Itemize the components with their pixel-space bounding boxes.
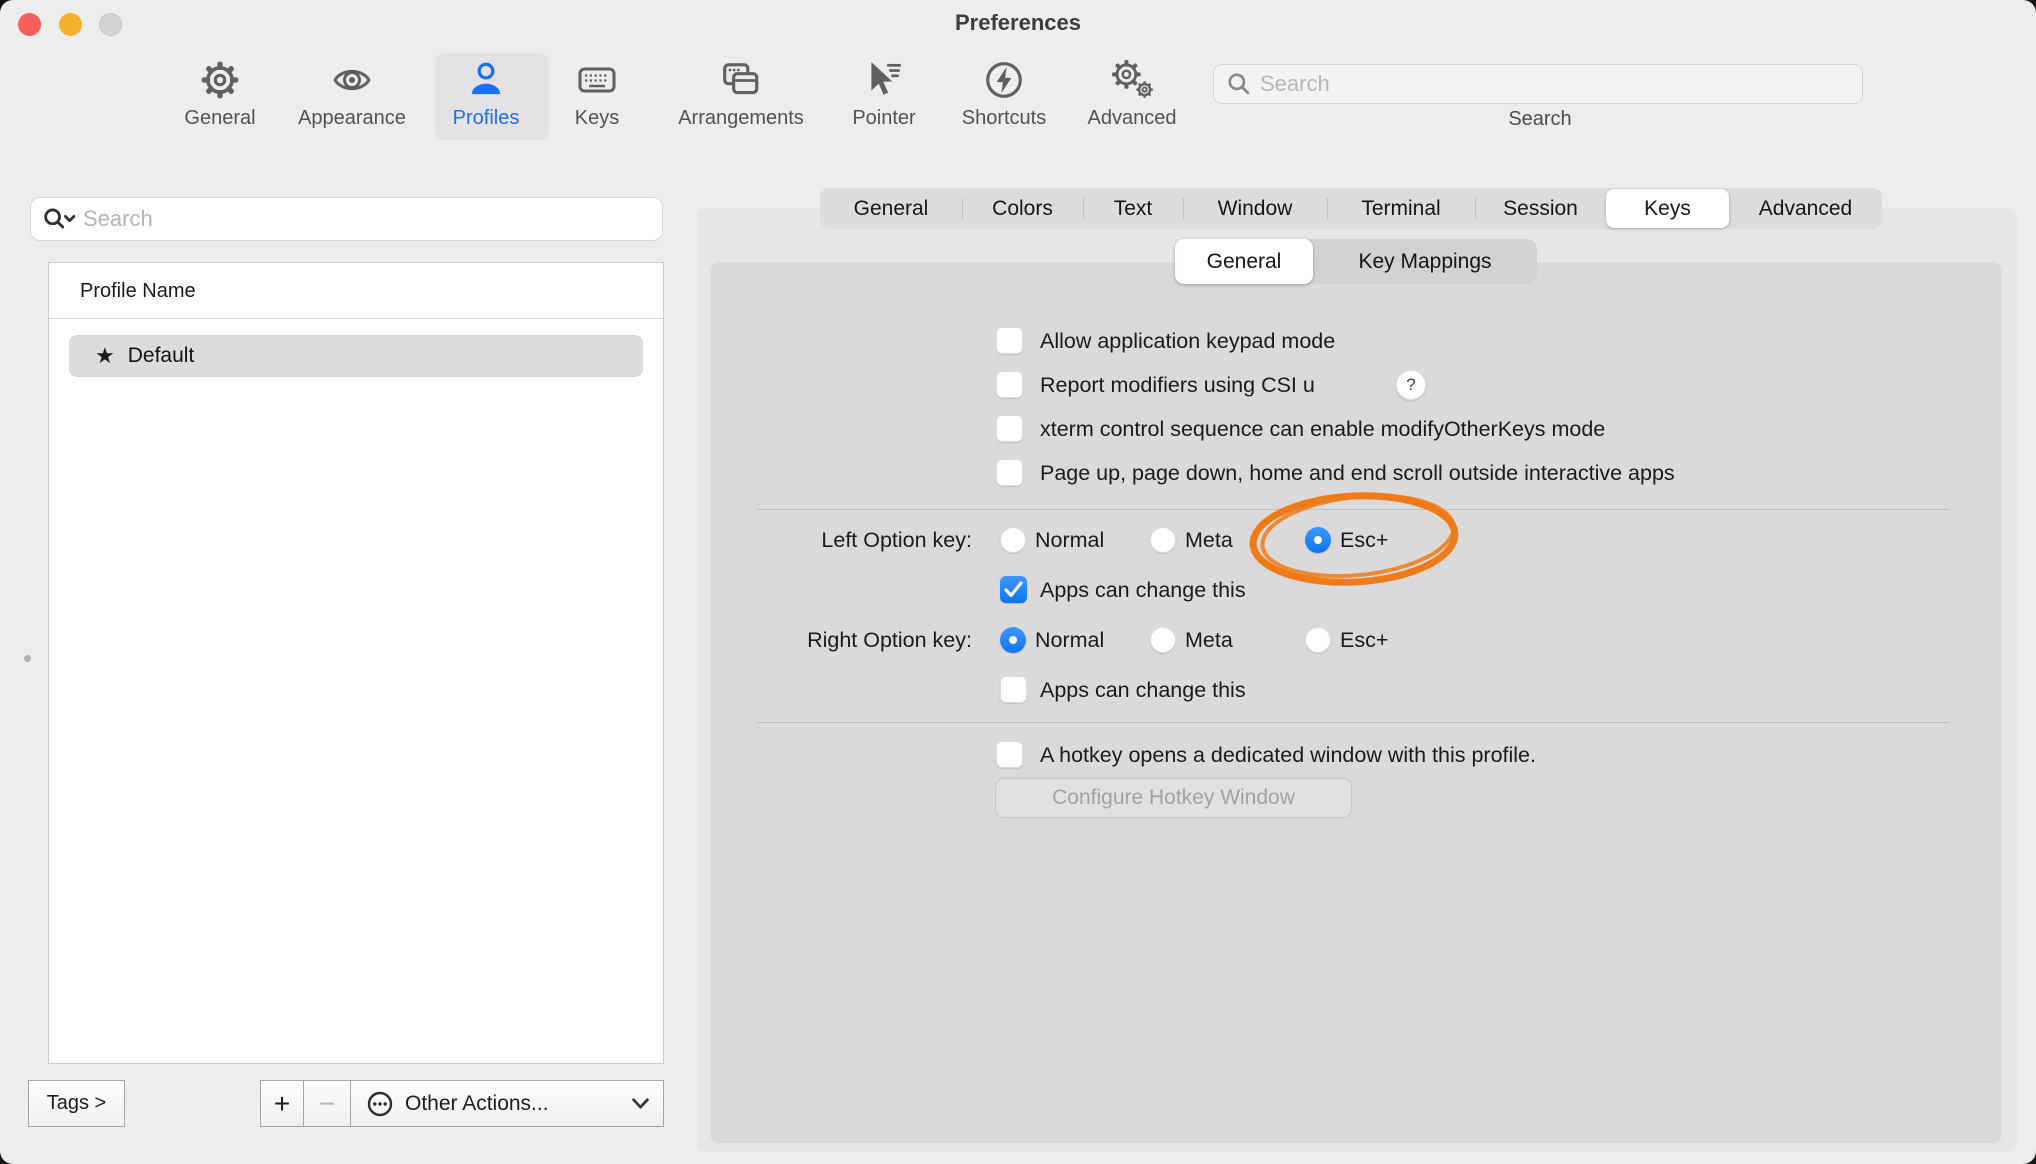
tab-text[interactable]: Text	[1083, 188, 1183, 229]
gears-icon	[1109, 54, 1155, 106]
left-option-key-label: Left Option key:	[650, 527, 972, 553]
radio-label: Esc+	[1340, 627, 1388, 653]
tab-session[interactable]: Session	[1475, 188, 1606, 229]
checkbox-page-scroll[interactable]	[996, 459, 1023, 486]
profile-list: Profile Name ★ Default	[48, 262, 664, 1064]
tab-advanced[interactable]: Advanced	[1729, 188, 1882, 229]
tab-window[interactable]: Window	[1183, 188, 1327, 229]
toolbar-label: Pointer	[852, 106, 915, 130]
checkbox-keypad-mode[interactable]	[996, 327, 1023, 354]
tab-colors[interactable]: Colors	[962, 188, 1083, 229]
checkbox-left-apps-change[interactable]	[1000, 576, 1027, 603]
checkbox-hotkey-window[interactable]	[996, 741, 1023, 768]
separator	[757, 722, 1950, 723]
checkbox-label: Page up, page down, home and end scroll …	[1040, 460, 1675, 486]
radio-right-meta[interactable]	[1150, 627, 1176, 653]
checkbox-label: Apps can change this	[1040, 677, 1246, 703]
check-icon	[1000, 576, 1027, 603]
search-icon	[1227, 72, 1251, 96]
profile-name: Default	[128, 344, 195, 368]
search-options-icon	[43, 207, 75, 231]
toolbar-label: Profiles	[453, 106, 520, 130]
radio-label: Esc+	[1340, 527, 1388, 553]
toolbar-label: Shortcuts	[962, 106, 1046, 130]
checkbox-right-apps-change[interactable]	[1000, 676, 1027, 703]
radio-label: Normal	[1035, 627, 1104, 653]
profile-row-default[interactable]: ★ Default	[69, 335, 643, 377]
keys-subtab-bar: General Key Mappings	[1175, 239, 1537, 284]
tab-divider	[1183, 198, 1184, 219]
other-actions-dropdown[interactable]: Other Actions...	[350, 1080, 664, 1127]
separator	[757, 509, 1950, 510]
profile-tab-bar: General Colors Text Window Terminal Sess…	[820, 188, 1882, 229]
right-option-key-label: Right Option key:	[650, 627, 972, 653]
profile-list-header: Profile Name	[49, 263, 663, 319]
search-placeholder: Search	[1260, 71, 1330, 97]
lightning-icon	[983, 54, 1025, 106]
checkbox-label: A hotkey opens a dedicated window with t…	[1040, 742, 1536, 768]
tags-button[interactable]: Tags >	[28, 1080, 125, 1127]
tab-divider	[1327, 198, 1328, 219]
subtab-general[interactable]: General	[1175, 239, 1313, 284]
checkbox-label: Allow application keypad mode	[1040, 328, 1335, 354]
other-actions-label: Other Actions...	[405, 1092, 632, 1116]
ellipsis-circle-icon	[365, 1089, 395, 1119]
radio-label: Meta	[1185, 527, 1233, 553]
checkbox-label: Apps can change this	[1040, 577, 1246, 603]
checkbox-label: Report modifiers using CSI u	[1040, 372, 1315, 398]
toolbar-label: Keys	[575, 106, 619, 130]
gear-icon	[199, 54, 241, 106]
chevron-down-icon	[632, 1098, 649, 1110]
checkbox-csi-u[interactable]	[996, 371, 1023, 398]
radio-left-meta[interactable]	[1150, 527, 1176, 553]
tab-divider	[1475, 198, 1476, 219]
person-icon	[465, 54, 507, 106]
search-placeholder: Search	[83, 206, 153, 232]
tab-divider	[962, 198, 963, 219]
windows-icon	[719, 54, 763, 106]
toolbar-item-pointer[interactable]: Pointer	[824, 54, 944, 138]
toolbar-item-keys[interactable]: Keys	[552, 54, 642, 138]
pointer-icon	[863, 54, 905, 106]
toolbar-item-profiles[interactable]: Profiles	[430, 54, 542, 138]
toolbar-search-input[interactable]: Search	[1213, 64, 1863, 104]
toolbar-item-arrangements[interactable]: Arrangements	[666, 54, 816, 138]
profile-search-input[interactable]: Search	[30, 197, 663, 241]
subtab-key-mappings[interactable]: Key Mappings	[1313, 239, 1537, 284]
tab-divider	[1083, 198, 1084, 219]
divider-dot	[24, 655, 31, 662]
radio-label: Normal	[1035, 527, 1104, 553]
radio-right-normal[interactable]	[1000, 627, 1026, 653]
eye-icon	[330, 54, 374, 106]
toolbar-label: Advanced	[1088, 106, 1177, 130]
tab-terminal[interactable]: Terminal	[1327, 188, 1475, 229]
checkbox-label: xterm control sequence can enable modify…	[1040, 416, 1605, 442]
toolbar-item-shortcuts[interactable]: Shortcuts	[944, 54, 1064, 138]
checkbox-modify-other-keys[interactable]	[996, 415, 1023, 442]
toolbar-label: Appearance	[298, 106, 406, 130]
configure-hotkey-window-button: Configure Hotkey Window	[995, 778, 1352, 818]
toolbar-item-appearance[interactable]: Appearance	[287, 54, 417, 138]
toolbar-search-caption: Search	[1460, 108, 1620, 131]
add-profile-button[interactable]: +	[260, 1080, 304, 1127]
keys-content-panel	[710, 262, 2002, 1143]
radio-left-esc[interactable]	[1305, 527, 1331, 553]
toolbar-label: Arrangements	[678, 106, 804, 130]
window-title: Preferences	[0, 10, 2036, 36]
tab-general[interactable]: General	[820, 188, 962, 229]
star-icon: ★	[95, 343, 115, 369]
toolbar-label: General	[184, 106, 255, 130]
remove-profile-button[interactable]: −	[303, 1080, 351, 1127]
keyboard-icon	[575, 54, 619, 106]
preferences-window: Preferences General	[0, 0, 2036, 1164]
radio-right-esc[interactable]	[1305, 627, 1331, 653]
radio-left-normal[interactable]	[1000, 527, 1026, 553]
toolbar-item-advanced[interactable]: Advanced	[1072, 54, 1192, 138]
radio-label: Meta	[1185, 627, 1233, 653]
toolbar-item-general[interactable]: General	[160, 54, 280, 138]
tab-keys[interactable]: Keys	[1606, 189, 1729, 228]
help-button[interactable]: ?	[1396, 370, 1426, 400]
